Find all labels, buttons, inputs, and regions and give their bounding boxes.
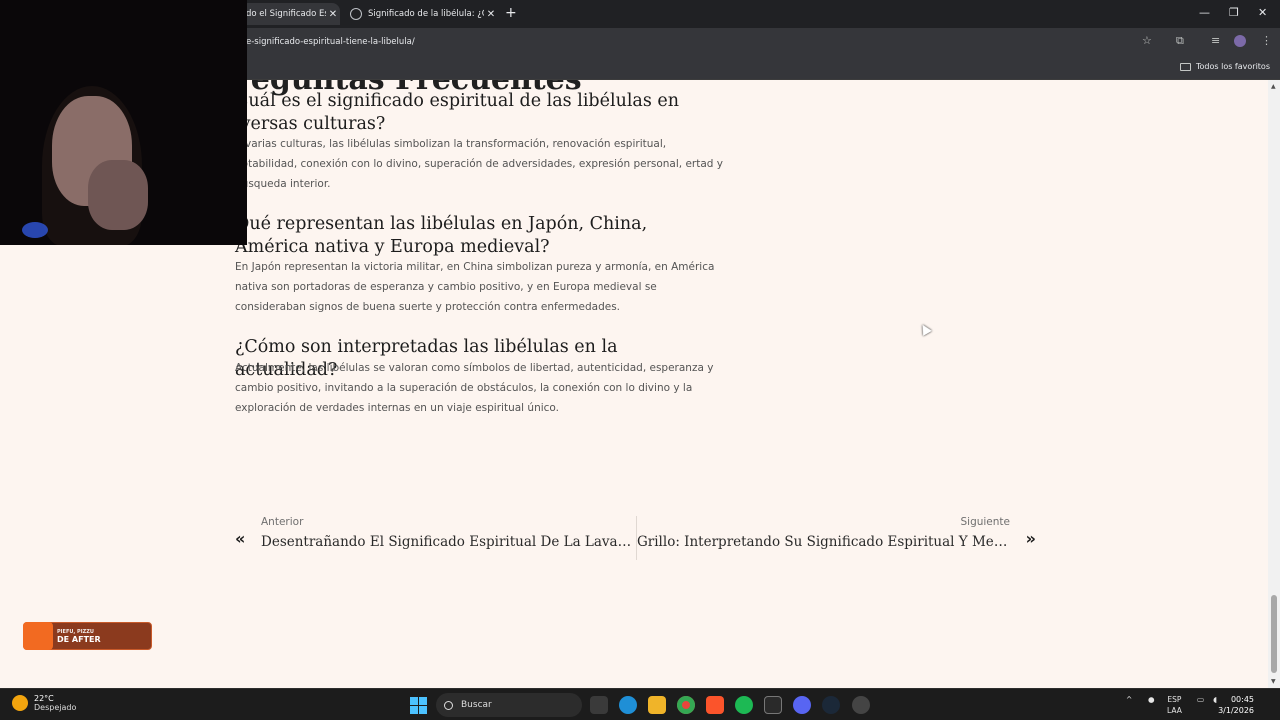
folder-icon [1180, 62, 1191, 71]
close-icon[interactable]: ✕ [326, 9, 340, 20]
weather-desc: Despejado [34, 703, 77, 712]
lang-primary: ESP [1167, 695, 1182, 704]
double-chevron-left-icon: « [235, 529, 246, 548]
media-icon[interactable]: ≡ [1211, 34, 1220, 47]
scroll-up-icon[interactable]: ▲ [1271, 83, 1276, 90]
weather-widget[interactable]: 22°C Despejado [12, 694, 76, 712]
faq-question: Qué representan las libélulas en Japón, … [235, 214, 648, 257]
microphone-icon[interactable]: ● [1148, 694, 1155, 705]
webcam-light [22, 222, 48, 238]
faq-answer: En Japón representan la victoria militar… [235, 261, 715, 313]
badge-square-icon [23, 622, 53, 650]
mouse-cursor-icon [918, 322, 932, 336]
next-post-link[interactable]: Siguiente Grillo: Interpretando Su Signi… [636, 516, 1036, 560]
stream-badge: PIEFU, PIZZU DE AFTER [23, 622, 152, 650]
double-chevron-right-icon: » [1025, 529, 1036, 548]
menu-icon[interactable]: ⋮ [1261, 34, 1272, 47]
network-icon[interactable]: ▭ [1197, 694, 1204, 705]
avatar[interactable] [1234, 35, 1246, 47]
new-tab-icon[interactable]: + [505, 5, 517, 21]
epic-games-icon[interactable] [764, 696, 782, 714]
faq-answer: Actualmente, las libélulas se valoran co… [235, 362, 714, 414]
all-bookmarks[interactable]: Todos los favoritos [1180, 62, 1270, 71]
taskbar: 22°C Despejado Buscar ^ ● ESP LAA ▭ ◖ 00… [0, 688, 1280, 720]
next-label: Siguiente [960, 516, 1010, 528]
webcam-hand [88, 160, 148, 230]
search-icon [444, 700, 453, 710]
bookmarks-label: Todos los favoritos [1196, 62, 1270, 71]
address-bar[interactable]: e-significado-espiritual-tiene-la-libelu… [246, 37, 415, 47]
windows-start-icon[interactable] [410, 697, 427, 714]
weather-icon [12, 695, 28, 711]
scrollbar-thumb[interactable] [1271, 595, 1277, 673]
steam-icon[interactable] [822, 696, 840, 714]
chevron-up-icon[interactable]: ^ [1126, 694, 1132, 705]
webcam-overlay [0, 0, 247, 245]
window-close-icon[interactable]: ✕ [1258, 6, 1267, 19]
time: 00:45 [1230, 695, 1254, 704]
task-view-icon[interactable] [590, 696, 608, 714]
extensions-icon[interactable]: ⧉ [1176, 34, 1184, 48]
scrollbar[interactable]: ▲ ▼ [1268, 80, 1280, 688]
chrome-icon[interactable] [677, 696, 695, 714]
lang-secondary: LAA [1167, 706, 1182, 715]
brave-icon[interactable] [706, 696, 724, 714]
tab-inactive[interactable]: Significado de la libélula: ¿Qué ✕ [344, 3, 498, 25]
app-icon[interactable] [852, 696, 870, 714]
faq-question: Cuál es el significado espiritual de las… [235, 91, 680, 134]
language-indicator[interactable]: ESP LAA [1167, 694, 1182, 716]
date: 3/1/2026 [1218, 706, 1254, 715]
temperature: 22°C [34, 694, 54, 703]
tab-title: do el Significado Es [246, 9, 326, 19]
discord-icon[interactable] [793, 696, 811, 714]
tab-active[interactable]: do el Significado Es ✕ [240, 3, 340, 25]
tab-title: Significado de la libélula: ¿Qué [368, 9, 484, 19]
restore-icon[interactable]: ❐ [1229, 6, 1239, 19]
edge-icon[interactable] [619, 696, 637, 714]
badge-line2: DE AFTER [57, 634, 101, 644]
scroll-down-icon[interactable]: ▼ [1271, 678, 1276, 685]
spotify-icon[interactable] [735, 696, 753, 714]
file-explorer-icon[interactable] [648, 696, 666, 714]
prev-title: Desentrañando El Significado Espiritual … [261, 534, 633, 550]
volume-icon[interactable]: ◖ [1213, 694, 1217, 705]
close-icon[interactable]: ✕ [484, 9, 498, 20]
prev-post-link[interactable]: « Anterior Desentrañando El Significado … [235, 516, 633, 560]
faq-answer: n varias culturas, las libélulas simboli… [235, 138, 724, 190]
search-label: Buscar [461, 700, 492, 710]
prev-label: Anterior [261, 516, 304, 528]
clock[interactable]: 00:45 3/1/2026 [1218, 694, 1254, 716]
badge-line1: PIEFU, PIZZU [57, 628, 94, 635]
next-title: Grillo: Interpretando Su Significado Esp… [637, 534, 1010, 550]
minimize-icon[interactable]: — [1199, 6, 1210, 19]
star-icon[interactable]: ☆ [1142, 34, 1152, 47]
globe-icon [350, 8, 362, 20]
search-box[interactable]: Buscar [436, 693, 582, 717]
